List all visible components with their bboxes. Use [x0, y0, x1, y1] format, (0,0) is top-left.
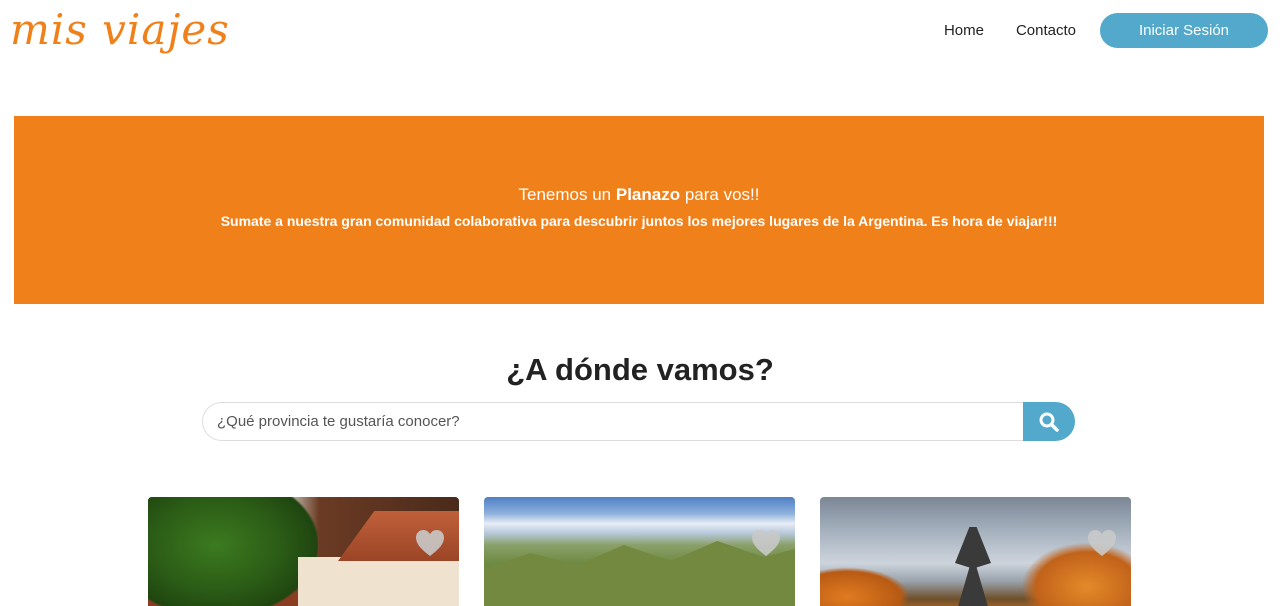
- site-logo[interactable]: mis viajes: [10, 2, 230, 58]
- search-title: ¿A dónde vamos?: [506, 352, 774, 387]
- heart-icon[interactable]: [1087, 529, 1117, 557]
- search-icon: [1039, 412, 1059, 432]
- destination-card-3[interactable]: [820, 497, 1131, 606]
- headline-prefix: Tenemos un: [518, 185, 616, 204]
- headline-highlight: Planazo: [615, 185, 681, 204]
- main-nav: Home Contacto Iniciar Sesión: [944, 12, 1268, 48]
- search-bar: [202, 402, 1075, 441]
- search-input[interactable]: [202, 402, 1023, 441]
- nav-home-link[interactable]: Home: [944, 22, 984, 39]
- hero-banner: Tenemos un Planazo para vos!! Sumate a n…: [14, 116, 1264, 304]
- banner-headline: Tenemos un Planazo para vos!!: [14, 185, 1264, 205]
- login-button[interactable]: Iniciar Sesión: [1100, 12, 1268, 48]
- destination-card-2[interactable]: [484, 497, 795, 606]
- banner-subtitle: Sumate a nuestra gran comunidad colabora…: [220, 213, 1058, 229]
- heart-icon[interactable]: [415, 529, 445, 557]
- headline-suffix: para vos!!: [680, 185, 760, 204]
- heart-icon[interactable]: [751, 529, 781, 557]
- destination-card-1[interactable]: [148, 497, 459, 606]
- nav-contact-link[interactable]: Contacto: [1016, 22, 1076, 39]
- search-button[interactable]: [1023, 402, 1075, 441]
